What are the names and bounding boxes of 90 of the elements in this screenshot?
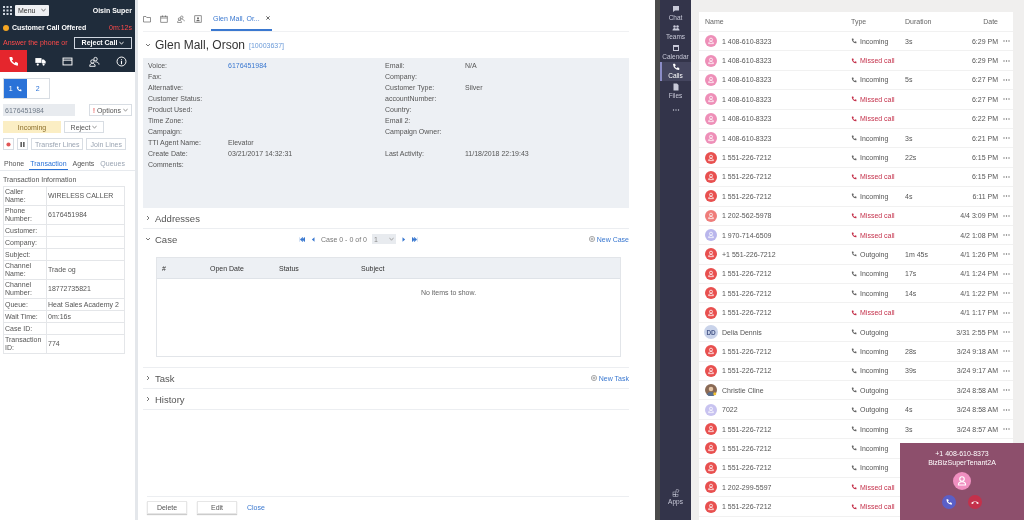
incoming-call-icon — [851, 290, 857, 297]
section-title: History — [155, 393, 185, 405]
missed-call-icon — [851, 173, 857, 180]
section-title: Task — [155, 372, 175, 384]
more-icon[interactable] — [1003, 195, 1010, 198]
section-title: Addresses — [155, 212, 200, 224]
section-title: Case — [155, 233, 178, 245]
more-icon[interactable] — [1003, 78, 1010, 81]
more-icon[interactable] — [1003, 350, 1010, 353]
folder-icon[interactable] — [143, 15, 151, 23]
more-icon[interactable] — [1003, 369, 1010, 372]
chevron-down-icon[interactable] — [145, 42, 151, 48]
phone-icon — [8, 55, 19, 67]
more-icon[interactable] — [1003, 234, 1010, 237]
next-page-icon[interactable] — [400, 236, 407, 242]
incoming-call-icon — [851, 76, 857, 83]
decline-call-button[interactable] — [968, 495, 982, 509]
missed-call-icon — [851, 309, 857, 316]
incoming-call-icon — [851, 348, 857, 355]
more-icon[interactable] — [1003, 40, 1010, 43]
more-icon[interactable] — [1003, 253, 1010, 256]
more-icon[interactable] — [1003, 331, 1010, 334]
more-icon[interactable] — [1003, 137, 1010, 140]
more-icon[interactable] — [1003, 175, 1010, 178]
incoming-call-icon — [851, 154, 857, 161]
missed-call-icon — [851, 57, 857, 64]
incoming-call-icon — [851, 445, 857, 452]
record-button[interactable] — [3, 138, 14, 150]
first-page-icon[interactable] — [299, 236, 305, 242]
truck-icon — [35, 55, 46, 67]
more-icon[interactable] — [1003, 292, 1010, 295]
status-dot — [3, 24, 9, 31]
more-icon[interactable] — [1003, 272, 1010, 275]
incoming-call-icon — [851, 38, 857, 45]
incoming-call-icon — [851, 193, 857, 200]
incoming-call-icon — [851, 270, 857, 277]
add-icon — [588, 236, 595, 242]
caret-icon — [388, 237, 394, 241]
avatar-icon — [705, 384, 717, 397]
missed-call-icon — [851, 232, 857, 239]
outgoing-call-icon — [851, 329, 857, 336]
incoming-call-icon — [851, 464, 857, 471]
incoming-call-icon — [851, 135, 857, 142]
last-page-icon[interactable] — [411, 236, 418, 242]
outgoing-call-icon — [851, 406, 857, 413]
caret-icon — [92, 125, 98, 129]
pause-button[interactable] — [17, 138, 28, 150]
missed-call-icon — [851, 96, 857, 103]
more-icon[interactable] — [1003, 408, 1010, 411]
people-icon — [89, 55, 100, 67]
chevron-right-icon[interactable] — [145, 215, 151, 221]
more-icon[interactable] — [1003, 117, 1010, 120]
more-icon[interactable] — [1003, 311, 1010, 314]
caret-icon — [119, 40, 125, 45]
incoming-call-icon — [851, 426, 857, 432]
accept-call-button[interactable] — [942, 495, 956, 509]
apps-icon[interactable] — [671, 489, 680, 497]
chat-icon[interactable] — [671, 4, 680, 13]
record-icon — [6, 141, 11, 147]
contact-name: Glen Mall, Orson — [155, 38, 246, 52]
missed-call-icon — [851, 115, 857, 122]
info-icon — [116, 55, 127, 67]
chevron-right-icon[interactable] — [145, 375, 151, 381]
more-icon[interactable] — [1003, 98, 1010, 101]
more-icon[interactable] — [1003, 156, 1010, 159]
outgoing-call-icon — [851, 387, 857, 394]
missed-call-icon — [851, 484, 857, 491]
contact-card-icon[interactable] — [194, 15, 202, 23]
outgoing-call-icon — [851, 251, 857, 258]
pause-icon — [20, 141, 25, 147]
previous-page-icon[interactable] — [310, 236, 316, 242]
calendar-icon[interactable] — [160, 15, 168, 23]
chevron-down-icon[interactable] — [145, 236, 151, 242]
missed-call-icon — [851, 212, 857, 219]
incoming-call-icon — [851, 367, 857, 374]
add-icon — [590, 375, 597, 381]
calendar-icon[interactable] — [671, 43, 680, 52]
more-icon[interactable] — [1003, 214, 1010, 217]
close-icon[interactable] — [265, 16, 270, 20]
mail-icon — [62, 55, 73, 67]
caret-icon — [41, 8, 46, 12]
app-grid-icon[interactable] — [3, 5, 12, 15]
missed-call-icon — [851, 503, 857, 510]
people-icon[interactable] — [671, 24, 680, 33]
more-icon[interactable] — [1003, 389, 1010, 392]
caret-icon — [123, 108, 128, 112]
more-icon[interactable] — [1003, 59, 1010, 62]
phone-icon[interactable] — [671, 63, 680, 72]
chevron-right-icon[interactable] — [145, 396, 151, 402]
phone-icon — [15, 85, 22, 92]
